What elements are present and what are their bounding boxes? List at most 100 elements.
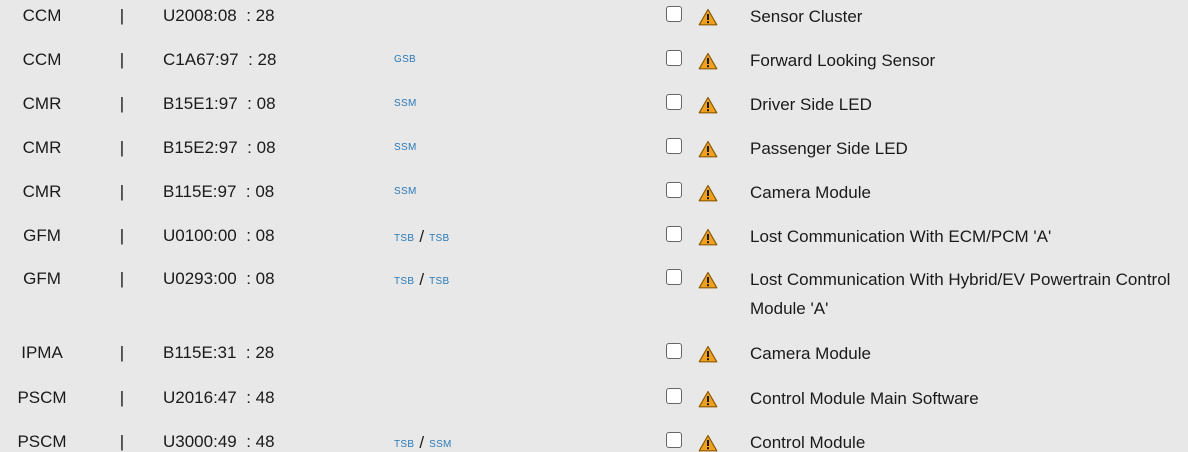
dtc-id: B115E <box>163 343 213 362</box>
dtc-byte1: 97 <box>218 94 238 113</box>
checkbox-icon[interactable] <box>666 388 682 404</box>
checkbox-icon[interactable] <box>666 94 682 110</box>
dtc-id: C1A67 <box>163 50 215 69</box>
column-separator: | <box>119 343 125 362</box>
checkbox-icon[interactable] <box>666 226 682 242</box>
module-name: GFM <box>23 226 61 245</box>
dtc-description: Sensor Cluster <box>750 7 863 26</box>
service-link-ssm[interactable]: SSM <box>394 142 417 153</box>
dtc-description: Lost Communication With ECM/PCM 'A' <box>750 227 1052 246</box>
link-separator: / <box>419 227 425 246</box>
warning-triangle-icon <box>698 52 718 70</box>
dtc-byte2: 08 <box>256 138 276 157</box>
column-separator: | <box>119 182 125 201</box>
service-link-tsb[interactable]: TSB <box>429 276 449 287</box>
dtc-description: Forward Looking Sensor <box>750 51 936 70</box>
checkbox-icon[interactable] <box>666 50 682 66</box>
warning-triangle-icon <box>698 96 718 114</box>
service-link-ssm[interactable]: SSM <box>394 186 417 197</box>
checkbox-icon[interactable] <box>666 138 682 154</box>
checkbox-icon[interactable] <box>666 432 682 448</box>
service-links: SSM <box>394 182 417 202</box>
warning-triangle-icon <box>698 140 718 158</box>
checkbox-icon[interactable] <box>666 182 682 198</box>
module-name: CMR <box>22 138 62 157</box>
checkbox-icon[interactable] <box>666 269 682 285</box>
dtc-colon: : <box>236 432 256 451</box>
warning-triangle-icon <box>698 434 718 452</box>
column-separator: | <box>119 226 125 245</box>
dtc-byte2: 08 <box>255 269 275 288</box>
service-links: TSB / TSB <box>394 226 449 249</box>
dtc-byte1: 00 <box>217 269 237 288</box>
dtc-byte2: 08 <box>255 226 275 245</box>
dtc-byte1: 00 <box>217 226 237 245</box>
warning-triangle-icon <box>698 345 718 363</box>
service-link-ssm[interactable]: SSM <box>429 439 452 450</box>
column-separator: | <box>119 6 125 25</box>
dtc-id: U2008 <box>163 6 214 25</box>
dtc-id: U0293 <box>163 269 214 288</box>
checkbox-icon[interactable] <box>666 343 682 359</box>
service-link-tsb[interactable]: TSB <box>429 233 449 244</box>
dtc-byte2: 28 <box>255 6 275 25</box>
dtc-byte1: 97 <box>219 50 239 69</box>
service-link-tsb[interactable]: TSB <box>394 276 414 287</box>
dtc-colon: : <box>237 138 257 157</box>
dtc-id: B15E2 <box>163 138 215 157</box>
dtc-colon: : <box>236 226 256 245</box>
dtc-byte1: 08 <box>217 6 237 25</box>
column-separator: | <box>119 138 125 157</box>
column-separator: | <box>119 94 125 113</box>
dtc-description: Driver Side LED <box>750 95 872 114</box>
service-link-gsb[interactable]: GSB <box>394 54 416 65</box>
service-links: GSB <box>394 50 416 70</box>
service-link-tsb[interactable]: TSB <box>394 233 414 244</box>
service-links: TSB / TSB <box>394 269 449 292</box>
service-links: SSM <box>394 138 417 158</box>
module-name: GFM <box>23 269 61 288</box>
link-separator: / <box>419 433 425 452</box>
module-name: CMR <box>22 182 62 201</box>
dtc-byte2: 48 <box>255 432 275 451</box>
dtc-id: U2016 <box>163 388 214 407</box>
warning-triangle-icon <box>698 8 718 26</box>
column-separator: | <box>119 432 125 451</box>
service-links: SSM <box>394 94 417 114</box>
dtc-byte1: 31 <box>217 343 237 362</box>
dtc-code: B115E: 97 : 08 <box>163 182 363 202</box>
column-separator: | <box>119 388 125 407</box>
dtc-byte2: 28 <box>255 343 275 362</box>
service-link-ssm[interactable]: SSM <box>394 98 417 109</box>
link-separator: / <box>419 270 425 289</box>
dtc-colon: : <box>236 6 256 25</box>
dtc-colon: : <box>237 94 257 113</box>
checkbox-icon[interactable] <box>666 6 682 22</box>
dtc-code: B115E: 31 : 28 <box>163 343 363 363</box>
dtc-byte1: 97 <box>217 182 237 201</box>
module-name: CMR <box>22 94 62 113</box>
dtc-code: U2008: 08 : 28 <box>163 6 363 26</box>
dtc-id: U3000 <box>163 432 214 451</box>
dtc-id: B15E1 <box>163 94 215 113</box>
dtc-id: U0100 <box>163 226 214 245</box>
dtc-byte2: 08 <box>256 94 276 113</box>
module-name: PSCM <box>17 388 67 407</box>
dtc-byte2: 48 <box>255 388 275 407</box>
warning-triangle-icon <box>698 390 718 408</box>
warning-triangle-icon <box>698 271 718 289</box>
service-link-tsb[interactable]: TSB <box>394 439 414 450</box>
dtc-byte1: 47 <box>217 388 237 407</box>
module-name: IPMA <box>21 343 63 362</box>
dtc-id: B115E <box>163 182 213 201</box>
dtc-code: C1A67: 97 : 28 <box>163 50 363 70</box>
column-separator: | <box>119 269 125 288</box>
dtc-byte1: 49 <box>217 432 237 451</box>
dtc-colon: : <box>236 343 256 362</box>
dtc-description: Camera Module <box>750 183 871 202</box>
dtc-code: U3000: 49 : 48 <box>163 432 363 452</box>
module-name: PSCM <box>17 432 67 451</box>
dtc-colon: : <box>236 388 256 407</box>
dtc-byte2: 28 <box>257 50 277 69</box>
module-name: CCM <box>22 6 62 25</box>
